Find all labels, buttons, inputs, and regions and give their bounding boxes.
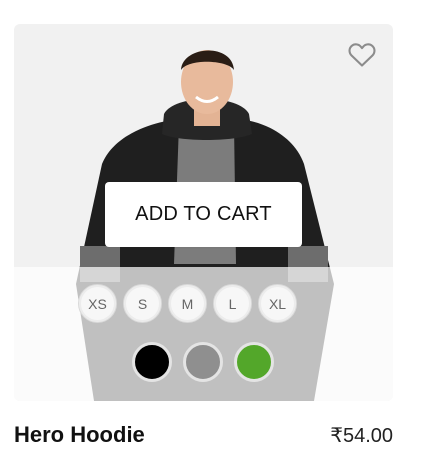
- product-name[interactable]: Hero Hoodie: [14, 422, 145, 448]
- add-to-cart-button[interactable]: ADD TO CART: [105, 182, 302, 247]
- size-option-xl[interactable]: XL: [258, 284, 297, 323]
- product-price: ₹54.00: [330, 424, 393, 447]
- color-swatch-black[interactable]: [132, 342, 172, 382]
- heart-outline-icon: [348, 42, 376, 67]
- size-selector: XS S M L XL: [78, 284, 297, 323]
- color-swatch-green[interactable]: [234, 342, 274, 382]
- product-options-overlay: XS S M L XL: [14, 267, 393, 401]
- size-option-s[interactable]: S: [123, 284, 162, 323]
- color-swatch-gray[interactable]: [183, 342, 223, 382]
- product-card: ADD TO CART XS S M L XL Hero Hoodie ₹54.…: [14, 24, 393, 454]
- wishlist-button[interactable]: [345, 38, 379, 70]
- size-option-l[interactable]: L: [213, 284, 252, 323]
- size-option-m[interactable]: M: [168, 284, 207, 323]
- color-selector: [132, 342, 274, 382]
- size-option-xs[interactable]: XS: [78, 284, 117, 323]
- product-image[interactable]: ADD TO CART XS S M L XL: [14, 24, 393, 401]
- product-info: Hero Hoodie ₹54.00: [14, 417, 393, 453]
